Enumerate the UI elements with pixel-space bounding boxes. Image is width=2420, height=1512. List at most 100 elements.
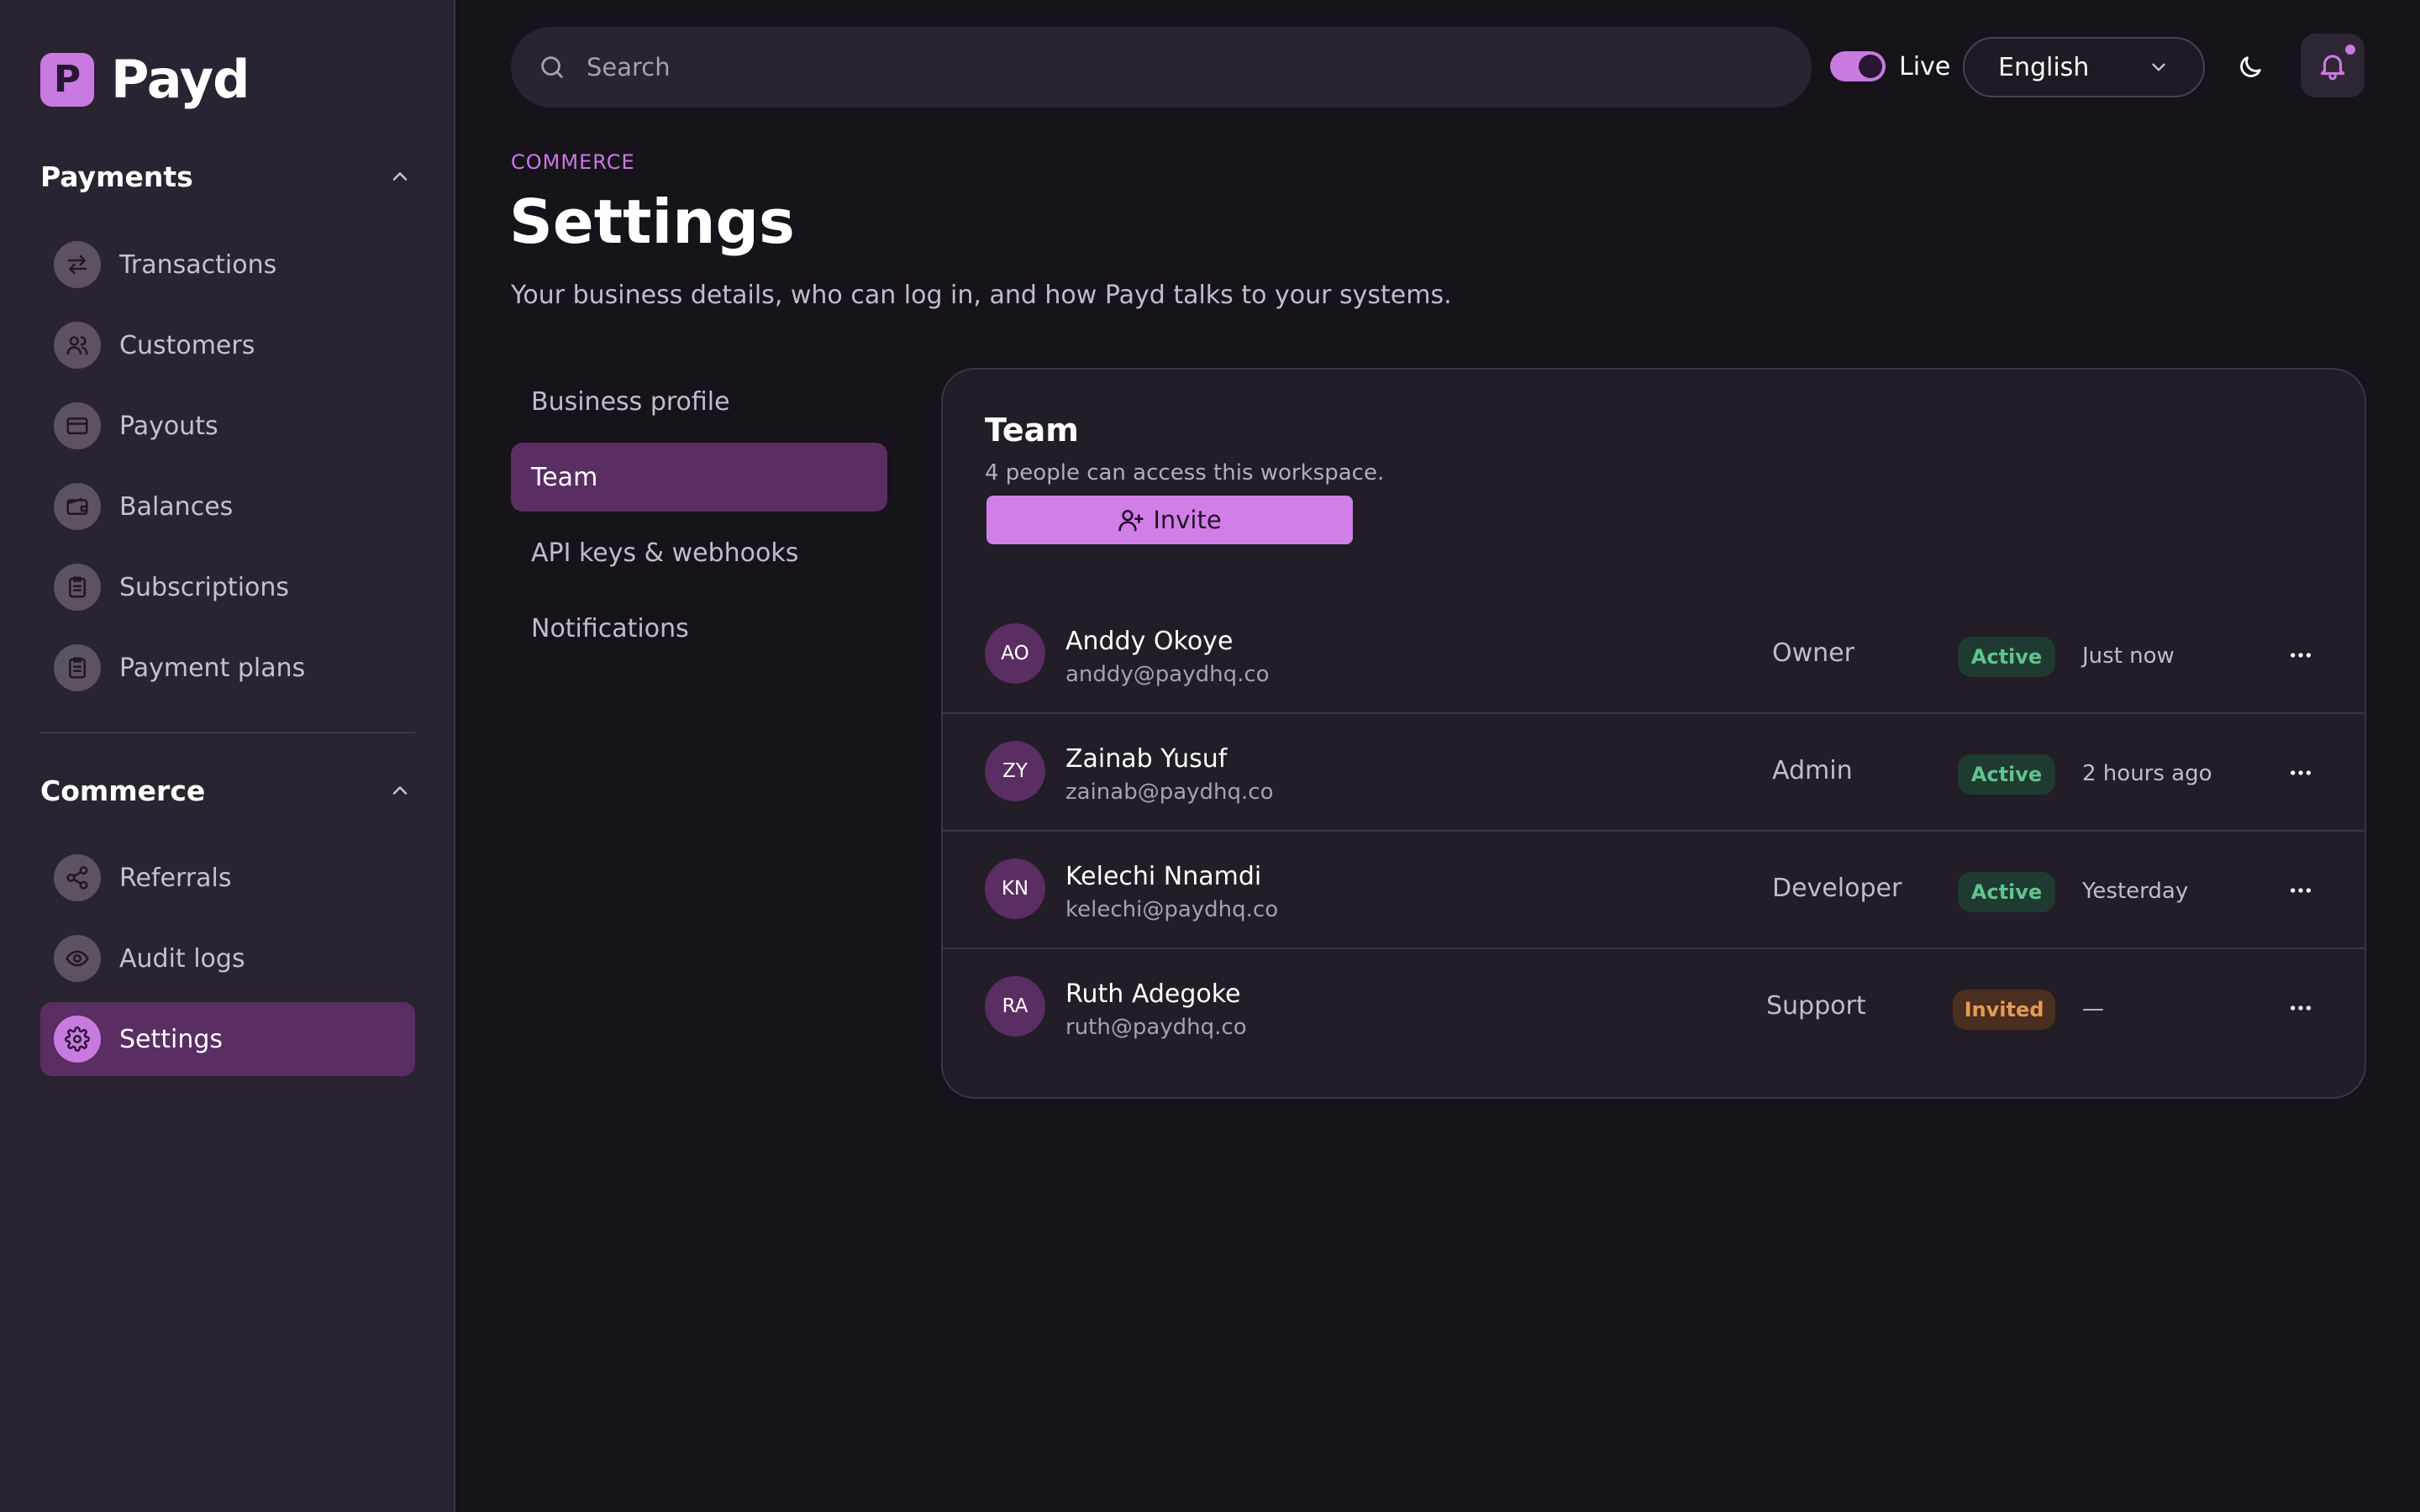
status-badge: Active (1958, 754, 2055, 795)
member-email: zainab@paydhq.co (1065, 780, 1274, 805)
avatar: AO (985, 623, 1045, 684)
user-plus-icon (1118, 510, 1144, 532)
sidebar-item-label: Balances (119, 491, 234, 522)
language-value: English (1998, 52, 2090, 82)
sidebar-item-settings[interactable]: Settings (40, 1002, 415, 1076)
member-role: Owner (1772, 638, 1854, 668)
sidebar-item-transactions[interactable]: Transactions (40, 228, 415, 302)
avatar: ZY (985, 741, 1045, 801)
sidebar-item-label: Subscriptions (119, 572, 290, 602)
language-select[interactable]: English (1963, 37, 2205, 97)
breadcrumb: COMMERCE (511, 150, 635, 174)
invite-label: Invite (1153, 506, 1222, 534)
live-mode-toggle[interactable]: Live (1830, 51, 1950, 81)
more-horizontal-icon (2291, 653, 2311, 658)
wallet-icon (54, 483, 101, 530)
brand-name: Payd (111, 49, 250, 110)
section-toggle-payments[interactable]: Payments (40, 155, 415, 197)
section-title-payments: Payments (40, 160, 193, 193)
sidebar-item-label: Settings (119, 1024, 224, 1054)
member-name: Anddy Okoye (1065, 627, 1234, 656)
member-name: Ruth Adegoke (1065, 979, 1241, 1009)
sidebar-item-label: Payouts (119, 411, 218, 441)
arrows-swap-icon (54, 241, 101, 288)
member-email: anddy@paydhq.co (1065, 662, 1270, 687)
page-title: Settings (509, 186, 795, 257)
sidebar-item-referrals[interactable]: Referrals (40, 841, 415, 915)
search-icon (541, 56, 563, 78)
last-seen: Yesterday (2082, 879, 2189, 904)
sidebar-item-payment-plans[interactable]: Payment plans (40, 631, 415, 705)
row-actions-button[interactable] (2284, 874, 2317, 907)
tab-notifications[interactable]: Notifications (511, 594, 887, 663)
search-input[interactable] (587, 53, 1763, 81)
last-seen: — (2082, 996, 2104, 1021)
section-title-commerce: Commerce (40, 774, 206, 807)
more-horizontal-icon (2291, 770, 2311, 775)
tab-business-profile[interactable]: Business profile (511, 367, 887, 436)
team-card: Team 4 people can access this workspace.… (941, 368, 2366, 1099)
users-icon (54, 322, 101, 369)
clipboard-icon (54, 644, 101, 691)
status-badge: Active (1958, 637, 2055, 677)
status-badge: Invited (1953, 990, 2055, 1030)
row-actions-button[interactable] (2284, 756, 2317, 790)
table-row: RA Ruth Adegoke ruth@paydhq.co Support I… (943, 949, 2365, 1067)
moon-icon (2240, 56, 2261, 77)
sidebar-item-label: Payment plans (119, 653, 306, 683)
sidebar-item-subscriptions[interactable]: Subscriptions (40, 550, 415, 624)
credit-card-icon (54, 402, 101, 449)
brand-mark: P (40, 52, 94, 107)
member-email: kelechi@paydhq.co (1065, 897, 1279, 922)
chevron-up-icon (392, 786, 408, 795)
avatar: KN (985, 858, 1045, 919)
table-row: AO Anddy Okoye anddy@paydhq.co Owner Act… (943, 596, 2365, 714)
last-seen: Just now (2082, 643, 2175, 669)
toggle-switch[interactable] (1830, 51, 1886, 81)
theme-toggle-button[interactable] (2232, 49, 2269, 86)
table-row: ZY Zainab Yusuf zainab@paydhq.co Admin A… (943, 714, 2365, 832)
gear-icon (54, 1016, 101, 1063)
clipboard-icon (54, 564, 101, 611)
sidebar-item-audit-logs[interactable]: Audit logs (40, 921, 415, 995)
live-label: Live (1899, 51, 1951, 81)
member-role: Support (1766, 991, 1866, 1021)
chevron-down-icon (2152, 63, 2165, 71)
toggle-knob (1859, 55, 1882, 78)
more-horizontal-icon (2291, 888, 2311, 893)
sidebar-item-label: Transactions (119, 249, 277, 280)
share-icon (54, 854, 101, 901)
more-horizontal-icon (2291, 1005, 2311, 1011)
sidebar-divider (40, 732, 415, 733)
member-email: ruth@paydhq.co (1065, 1015, 1247, 1040)
member-role: Developer (1772, 874, 1902, 903)
team-subtitle: 4 people can access this workspace. (985, 460, 1385, 486)
member-name: Kelechi Nnamdi (1065, 862, 1262, 891)
tab-team[interactable]: Team (511, 443, 887, 512)
notifications-button[interactable] (2301, 34, 2365, 97)
last-seen: 2 hours ago (2082, 761, 2212, 786)
eye-icon (54, 935, 101, 982)
section-toggle-commerce[interactable]: Commerce (40, 769, 415, 811)
sidebar: P Payd Payments Transactions Customers P… (0, 0, 455, 1512)
invite-button[interactable]: Invite (986, 496, 1353, 544)
tab-api-keys-webhooks[interactable]: API keys & webhooks (511, 518, 887, 587)
table-row: KN Kelechi Nnamdi kelechi@paydhq.co Deve… (943, 832, 2365, 949)
chevron-up-icon (392, 172, 408, 181)
sidebar-item-payouts[interactable]: Payouts (40, 389, 415, 463)
brand-logo[interactable]: P Payd (40, 49, 250, 110)
status-badge: Active (1958, 872, 2055, 912)
notification-dot (2343, 42, 2358, 57)
sidebar-item-label: Referrals (119, 863, 232, 893)
avatar: RA (985, 976, 1045, 1037)
member-name: Zainab Yusuf (1065, 744, 1228, 774)
sidebar-item-label: Customers (119, 330, 255, 360)
search-bar[interactable] (511, 27, 1812, 108)
member-role: Admin (1772, 756, 1853, 785)
row-actions-button[interactable] (2284, 638, 2317, 672)
sidebar-item-label: Audit logs (119, 943, 245, 974)
team-title: Team (985, 412, 1079, 449)
sidebar-item-customers[interactable]: Customers (40, 308, 415, 382)
sidebar-item-balances[interactable]: Balances (40, 470, 415, 543)
row-actions-button[interactable] (2284, 991, 2317, 1025)
